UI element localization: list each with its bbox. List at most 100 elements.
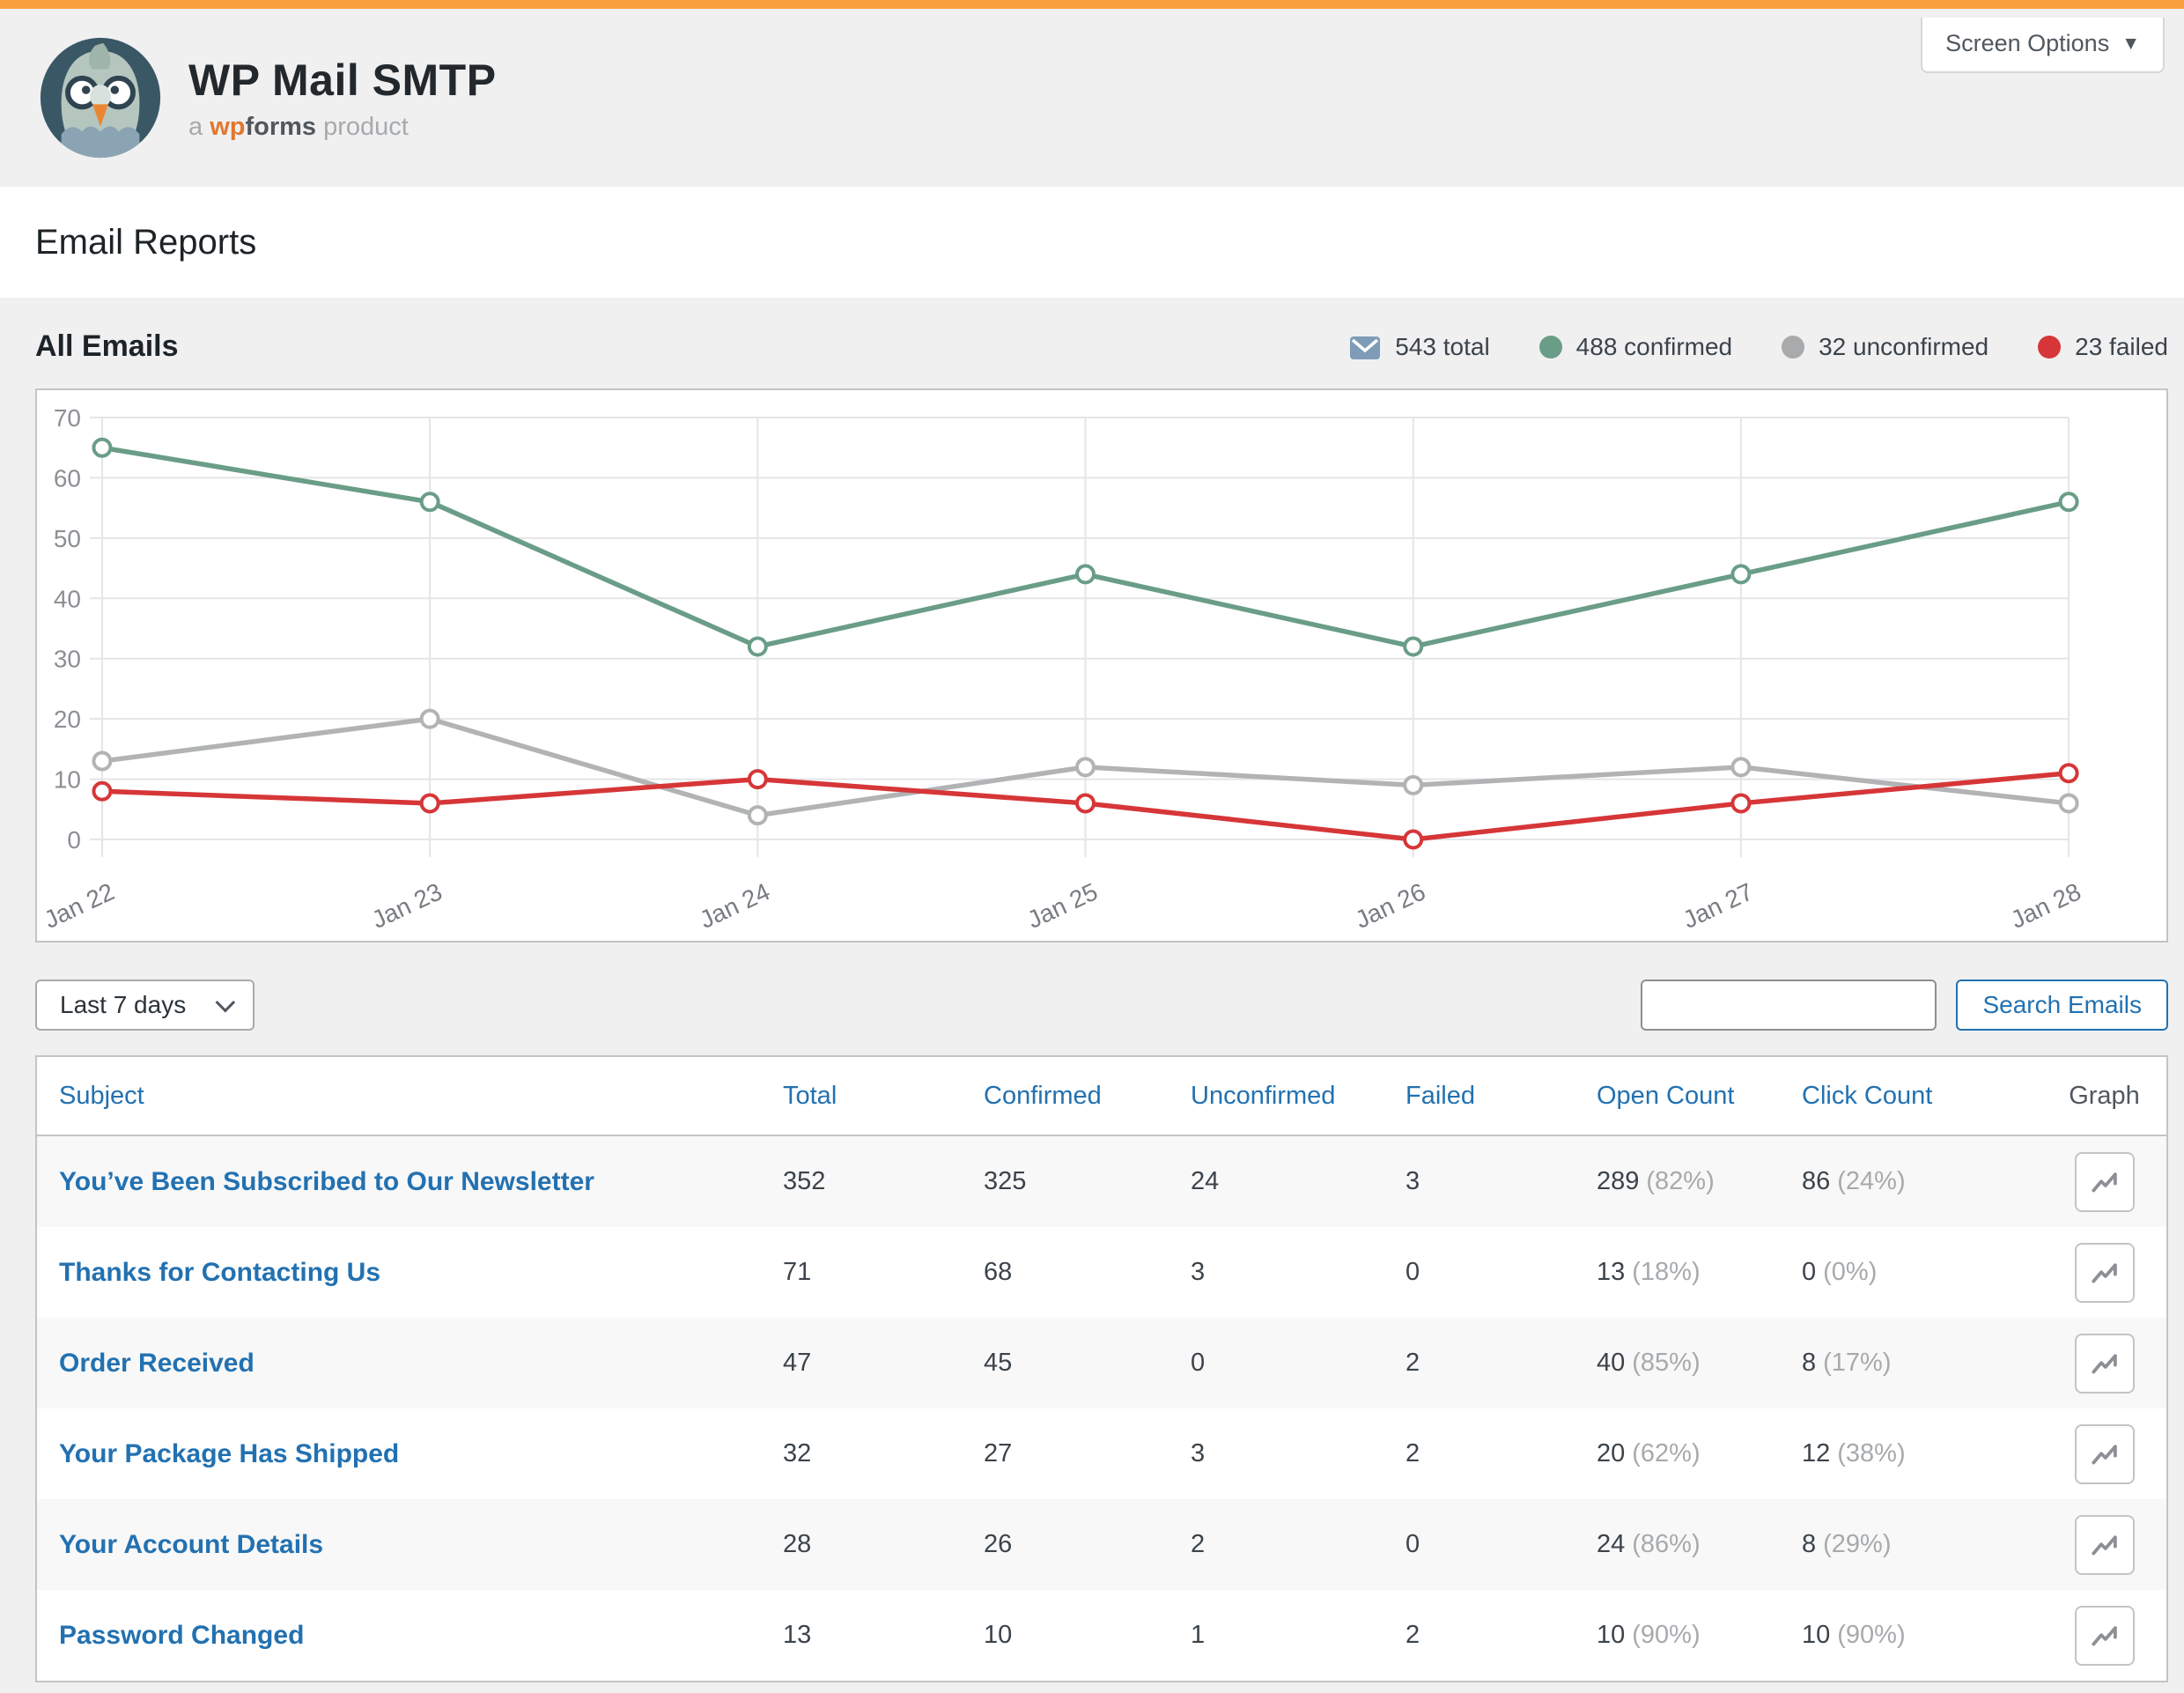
cell-failed: 3	[1406, 1167, 1597, 1196]
brand-block: WP Mail SMTP a wpforms product	[188, 55, 497, 142]
view-graph-button[interactable]	[2075, 1606, 2135, 1666]
cell-click-rate: (0%)	[1823, 1258, 1877, 1286]
cell-open-count: 289	[1597, 1167, 1639, 1195]
table-row: Your Package Has Shipped 32 27 3 2 20(62…	[37, 1408, 2166, 1499]
view-graph-button[interactable]	[2075, 1152, 2135, 1212]
view-graph-button[interactable]	[2075, 1243, 2135, 1303]
svg-text:Jan 28: Jan 28	[2006, 877, 2084, 934]
cell-open-rate: (82%)	[1646, 1167, 1714, 1195]
email-subject-link[interactable]: Password Changed	[59, 1621, 304, 1650]
view-graph-button[interactable]	[2075, 1515, 2135, 1575]
column-header-confirmed[interactable]: Confirmed	[984, 1082, 1191, 1111]
site-header: WP Mail SMTP a wpforms product Screen Op…	[0, 9, 2184, 187]
cell-open-count: 40	[1597, 1349, 1625, 1377]
chevron-down-icon	[216, 993, 236, 1013]
tagline-prefix: a	[188, 113, 203, 141]
failed-dot-icon	[2038, 336, 2061, 359]
cell-total: 28	[783, 1530, 984, 1559]
emails-chart-panel: 010203040506070Jan 22Jan 23Jan 24Jan 25J…	[35, 388, 2168, 943]
svg-text:Jan 24: Jan 24	[696, 877, 774, 934]
email-table-body: You’ve Been Subscribed to Our Newsletter…	[37, 1136, 2166, 1681]
legend-item-failed: 23 failed	[2038, 333, 2168, 361]
section-title: All Emails	[35, 329, 179, 364]
trend-line-icon	[2088, 1347, 2121, 1380]
cell-unconfirmed: 3	[1191, 1439, 1406, 1468]
tagline-suffix: product	[323, 113, 409, 141]
cell-unconfirmed: 0	[1191, 1349, 1406, 1378]
cell-click-count: 10	[1802, 1621, 1830, 1649]
wp-mail-smtp-pigeon-logo	[35, 33, 166, 163]
column-header-subject[interactable]: Subject	[37, 1082, 783, 1111]
cell-open-rate: (90%)	[1632, 1621, 1700, 1649]
svg-text:60: 60	[54, 464, 81, 492]
screen-options-button[interactable]: Screen Options ▼	[1921, 18, 2165, 73]
screen-options-label: Screen Options	[1945, 30, 2109, 57]
column-header-click-count[interactable]: Click Count	[1802, 1082, 2042, 1111]
email-subject-link[interactable]: Your Account Details	[59, 1530, 323, 1559]
trend-line-icon	[2088, 1165, 2121, 1199]
legend-label-confirmed: 488 confirmed	[1576, 333, 1732, 361]
svg-text:Jan 27: Jan 27	[1679, 877, 1757, 934]
cell-click-count: 86	[1802, 1167, 1830, 1195]
table-row: Order Received 47 45 0 2 40(85%) 8(17%)	[37, 1318, 2166, 1408]
column-header-total[interactable]: Total	[783, 1082, 984, 1111]
emails-line-chart: 010203040506070Jan 22Jan 23Jan 24Jan 25J…	[37, 390, 2166, 941]
column-header-failed[interactable]: Failed	[1406, 1082, 1597, 1111]
cell-total: 32	[783, 1439, 984, 1468]
search-input[interactable]	[1641, 980, 1937, 1031]
section-head: All Emails 543 total 488 confirmed 32 un…	[35, 329, 2168, 364]
wpforms-brand-forms: forms	[245, 113, 316, 141]
table-row: Thanks for Contacting Us 71 68 3 0 13(18…	[37, 1227, 2166, 1318]
cell-click-rate: (24%)	[1837, 1167, 1905, 1195]
cell-total: 352	[783, 1167, 984, 1196]
svg-text:Jan 25: Jan 25	[1023, 877, 1102, 934]
cell-total: 47	[783, 1349, 984, 1378]
svg-text:10: 10	[54, 766, 81, 794]
svg-text:0: 0	[67, 826, 81, 854]
email-reports-table: Subject Total Confirmed Unconfirmed Fail…	[35, 1055, 2168, 1682]
cell-failed: 0	[1406, 1258, 1597, 1287]
cell-click-count: 8	[1802, 1530, 1816, 1558]
column-header-open-count[interactable]: Open Count	[1597, 1082, 1802, 1111]
search-group: Search Emails	[1641, 980, 2168, 1031]
view-graph-button[interactable]	[2075, 1334, 2135, 1394]
main-content: All Emails 543 total 488 confirmed 32 un…	[0, 329, 2184, 1682]
table-row: You’ve Been Subscribed to Our Newsletter…	[37, 1136, 2166, 1227]
cell-confirmed: 45	[984, 1349, 1191, 1378]
email-subject-link[interactable]: Order Received	[59, 1349, 255, 1378]
cell-open-rate: (62%)	[1632, 1439, 1700, 1468]
column-header-unconfirmed[interactable]: Unconfirmed	[1191, 1082, 1406, 1111]
trend-line-icon	[2088, 1619, 2121, 1652]
legend-item-confirmed: 488 confirmed	[1539, 333, 1732, 361]
legend-label-unconfirmed: 32 unconfirmed	[1819, 333, 1988, 361]
email-subject-link[interactable]: Thanks for Contacting Us	[59, 1258, 380, 1287]
cell-confirmed: 68	[984, 1258, 1191, 1287]
legend-item-total: 543 total	[1349, 333, 1489, 361]
search-emails-button[interactable]: Search Emails	[1956, 980, 2168, 1031]
svg-text:20: 20	[54, 706, 81, 733]
cell-click-count: 8	[1802, 1349, 1816, 1377]
cell-confirmed: 26	[984, 1530, 1191, 1559]
trend-line-icon	[2088, 1438, 2121, 1471]
cell-confirmed: 325	[984, 1167, 1191, 1196]
svg-text:Jan 22: Jan 22	[40, 877, 118, 934]
app-tagline: a wpforms product	[188, 113, 497, 142]
email-subject-link[interactable]: You’ve Been Subscribed to Our Newsletter	[59, 1167, 594, 1196]
cell-total: 13	[783, 1621, 984, 1650]
email-subject-link[interactable]: Your Package Has Shipped	[59, 1439, 399, 1468]
cell-failed: 2	[1406, 1439, 1597, 1468]
cell-failed: 0	[1406, 1530, 1597, 1559]
page-title-band: Email Reports	[0, 187, 2184, 298]
view-graph-button[interactable]	[2075, 1424, 2135, 1484]
date-range-select[interactable]: Last 7 days	[35, 980, 255, 1031]
chart-legend: 543 total 488 confirmed 32 unconfirmed 2…	[1349, 333, 2168, 361]
trend-line-icon	[2088, 1528, 2121, 1562]
cell-open-rate: (86%)	[1632, 1530, 1700, 1558]
cell-open-rate: (18%)	[1632, 1258, 1700, 1286]
unconfirmed-dot-icon	[1782, 336, 1804, 359]
cell-click-rate: (17%)	[1823, 1349, 1891, 1377]
legend-item-unconfirmed: 32 unconfirmed	[1782, 333, 1988, 361]
trend-line-icon	[2088, 1256, 2121, 1290]
cell-open-count: 13	[1597, 1258, 1625, 1286]
svg-text:70: 70	[54, 404, 81, 432]
